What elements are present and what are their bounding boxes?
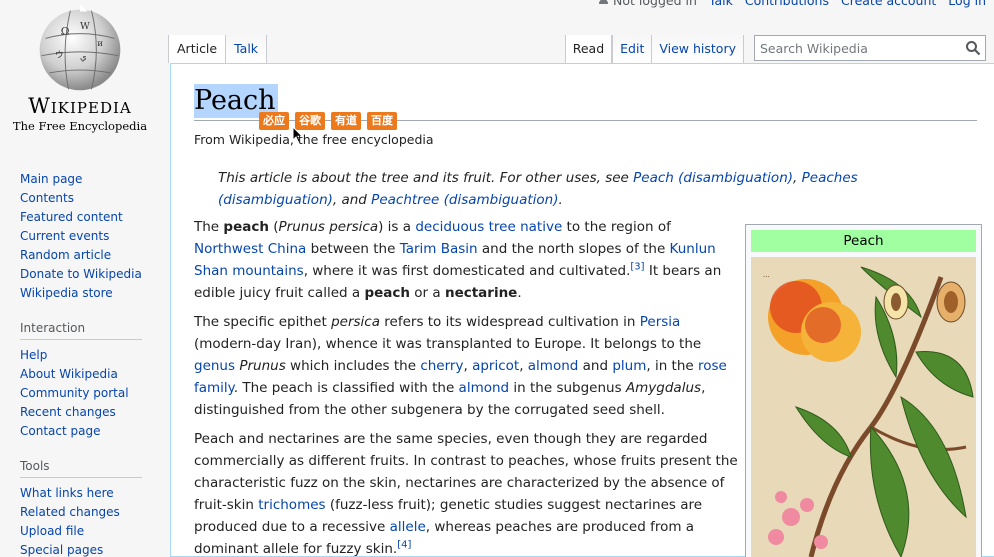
paragraph-1: The peach (Prunus persica) is a deciduou…: [194, 219, 722, 301]
translate-bing-button[interactable]: 必应: [259, 112, 289, 130]
hatnote-text: This article is about the tree and its f…: [218, 170, 634, 186]
namespace-tabs: Article Talk: [168, 35, 268, 63]
site-subtitle: From Wikipedia, the free encyclopedia: [194, 132, 434, 147]
reference-4[interactable]: [4]: [397, 540, 411, 551]
link-almond-2[interactable]: almond: [459, 380, 510, 396]
tagline: The Free Encyclopedia: [12, 119, 148, 133]
sidebar: Main page Contents Featured content Curr…: [20, 170, 142, 557]
link-apricot[interactable]: apricot: [472, 358, 519, 374]
reference-3[interactable]: [3]: [630, 262, 644, 273]
link-allele[interactable]: allele: [390, 519, 426, 535]
sidebar-item-contact[interactable]: Contact page: [20, 424, 100, 438]
personal-talk-link[interactable]: Talk: [709, 0, 733, 8]
wordmark: Wikipedia: [28, 94, 132, 118]
translate-baidu-button[interactable]: 百度: [367, 112, 397, 130]
sidebar-item-about[interactable]: About Wikipedia: [20, 367, 118, 381]
sidebar-item-contents[interactable]: Contents: [20, 191, 74, 205]
wikipedia-globe-icon: Ω W и ウ ي: [39, 3, 121, 91]
peach-illustration-image[interactable]: ...: [751, 257, 976, 557]
link-cherry[interactable]: cherry: [420, 358, 463, 374]
sidebar-item-random-article[interactable]: Random article: [20, 248, 111, 262]
tools-heading: Tools: [20, 459, 142, 478]
sidebar-item-current-events[interactable]: Current events: [20, 229, 109, 243]
link-northwest-china[interactable]: Northwest China: [194, 241, 306, 257]
sidebar-item-store[interactable]: Wikipedia store: [20, 286, 113, 300]
hatnote-end: .: [558, 192, 563, 208]
wikipedia-logo[interactable]: Ω W и ウ ي Wikipedia The Free Encyclopedi…: [0, 0, 160, 140]
link-tarim-basin[interactable]: Tarim Basin: [400, 241, 478, 257]
article-body: The peach (Prunus persica) is a deciduou…: [194, 216, 739, 557]
svg-text:ウ: ウ: [55, 50, 64, 61]
hatnote: This article is about the tree and its f…: [218, 167, 978, 211]
sidebar-item-community-portal[interactable]: Community portal: [20, 386, 129, 400]
not-logged-in: Not logged in: [598, 0, 697, 8]
svg-text:и: и: [97, 39, 103, 49]
paragraph-3: Peach and nectarines are the same specie…: [194, 431, 738, 557]
interaction-list: Help About Wikipedia Community portal Re…: [20, 346, 142, 441]
infobox-title: Peach: [751, 230, 976, 252]
translate-toolbar: 必应 谷歌 有道 百度: [259, 112, 397, 130]
search-icon[interactable]: [965, 40, 981, 56]
sidebar-item-what-links-here[interactable]: What links here: [20, 486, 114, 500]
sidebar-item-special-pages[interactable]: Special pages: [20, 543, 103, 557]
link-persia[interactable]: Persia: [640, 314, 681, 330]
create-account-link[interactable]: Create account: [841, 0, 936, 8]
sidebar-item-donate[interactable]: Donate to Wikipedia: [20, 267, 142, 281]
translate-youdao-button[interactable]: 有道: [331, 112, 361, 130]
paragraph-2: The specific epithet persica refers to i…: [194, 314, 727, 418]
tools-list: What links here Related changes Upload f…: [20, 484, 142, 557]
sidebar-item-upload-file[interactable]: Upload file: [20, 524, 84, 538]
view-tabs: Read Edit View history: [564, 31, 986, 63]
content-area: Peach 必应 谷歌 有道 百度 From Wikipedia, the fr…: [170, 63, 994, 557]
tab-read[interactable]: Read: [564, 35, 613, 63]
link-deciduous-tree[interactable]: deciduous tree: [415, 219, 515, 235]
tab-view-history[interactable]: View history: [651, 35, 744, 63]
log-in-link[interactable]: Log in: [948, 0, 986, 8]
sidebar-item-main-page[interactable]: Main page: [20, 172, 82, 186]
infobox: Peach ...: [745, 224, 982, 557]
search-input[interactable]: [755, 36, 955, 60]
svg-text:W: W: [80, 21, 90, 32]
user-icon: [598, 0, 609, 5]
link-plum[interactable]: plum: [612, 358, 646, 374]
tab-talk[interactable]: Talk: [225, 35, 268, 63]
search-box: [754, 35, 986, 61]
svg-text:...: ...: [763, 271, 770, 279]
tab-edit[interactable]: Edit: [612, 35, 652, 63]
svg-text:Ω: Ω: [61, 26, 70, 38]
sidebar-item-featured-content[interactable]: Featured content: [20, 210, 123, 224]
link-native[interactable]: native: [520, 219, 562, 235]
link-genus[interactable]: genus: [194, 358, 235, 374]
navigation-list: Main page Contents Featured content Curr…: [20, 170, 142, 303]
contributions-link[interactable]: Contributions: [745, 0, 829, 8]
interaction-heading: Interaction: [20, 321, 142, 340]
hatnote-sep: , and: [332, 192, 372, 208]
link-trichomes[interactable]: trichomes: [258, 497, 325, 513]
sidebar-item-help[interactable]: Help: [20, 348, 47, 362]
hatnote-link-peach-disambiguation[interactable]: Peach (disambiguation): [633, 170, 793, 186]
sidebar-item-recent-changes[interactable]: Recent changes: [20, 405, 116, 419]
sidebar-item-related-changes[interactable]: Related changes: [20, 505, 120, 519]
svg-text:ي: ي: [80, 53, 87, 63]
hatnote-link-peachtree-disambiguation[interactable]: Peachtree (disambiguation): [371, 192, 558, 208]
personal-tools: Not logged in Talk Contributions Create …: [598, 0, 986, 8]
hatnote-sep: ,: [793, 170, 802, 186]
tab-article[interactable]: Article: [168, 35, 226, 63]
link-almond[interactable]: almond: [528, 358, 579, 374]
